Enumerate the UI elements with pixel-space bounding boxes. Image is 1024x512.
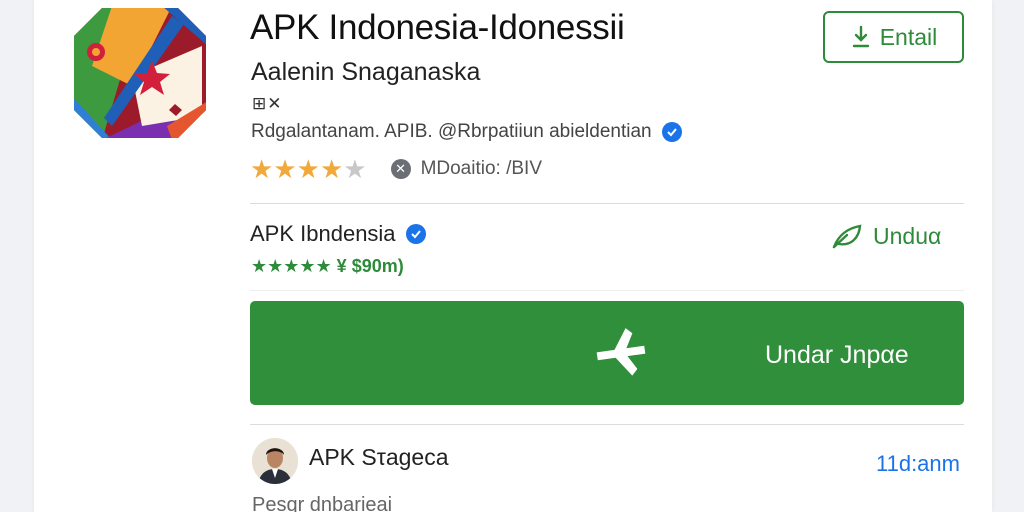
publisher-row: APK Ibndensia <box>250 221 426 247</box>
star-icon: ★ <box>250 154 274 184</box>
review-text: Pesqr dnbarieai <box>252 494 393 512</box>
star-icon: ★ <box>319 154 344 184</box>
airplane-icon <box>596 328 646 376</box>
publisher-name[interactable]: APK Ibndensia <box>250 221 396 247</box>
primary-action-button[interactable]: Undar Jnpαe <box>250 301 964 405</box>
rating-row: ★ ★ ★ ★ ★ ✕ MDoaitio: /BIV <box>250 155 542 183</box>
install-button-label: Entail <box>879 23 938 50</box>
verified-icon <box>661 122 682 142</box>
primary-action-label: Undar Jnpαe <box>765 341 909 369</box>
reviewer-name: APK Sτageca <box>309 444 449 470</box>
star-icon: ★ <box>343 154 367 184</box>
download-link-label: Unduα <box>873 222 942 249</box>
divider <box>250 424 964 425</box>
app-title: APK Indonesia-Idonessii <box>250 8 625 47</box>
rating-meta: MDoaitio: /BIV <box>420 158 542 179</box>
divider <box>250 290 964 291</box>
app-description: Rdgalantanam. APIB. @Rbrpatiiun abielden… <box>251 121 652 142</box>
app-description-row: Rdgalantanam. APIB. @Rbrpatiiun abielden… <box>251 121 682 143</box>
publisher-rating: ★★★★★ ¥ $90m) <box>251 256 404 276</box>
star-icon: ★ <box>273 154 297 184</box>
install-button[interactable]: Entail <box>823 11 964 63</box>
app-logo-icon <box>72 6 208 140</box>
star-icon: ★ <box>296 154 320 184</box>
review-time: 11d:anm <box>876 451 960 476</box>
close-badge-icon[interactable]: ✕ <box>390 159 411 179</box>
download-icon <box>852 25 869 48</box>
app-tags: ⊞✕ <box>252 94 283 113</box>
divider <box>250 203 964 204</box>
download-link[interactable]: Unduα <box>831 222 941 250</box>
verified-icon <box>405 224 426 244</box>
avatar <box>252 438 298 484</box>
leaf-icon <box>832 224 862 249</box>
developer-name[interactable]: Aalenin Snaganaska <box>251 58 480 87</box>
